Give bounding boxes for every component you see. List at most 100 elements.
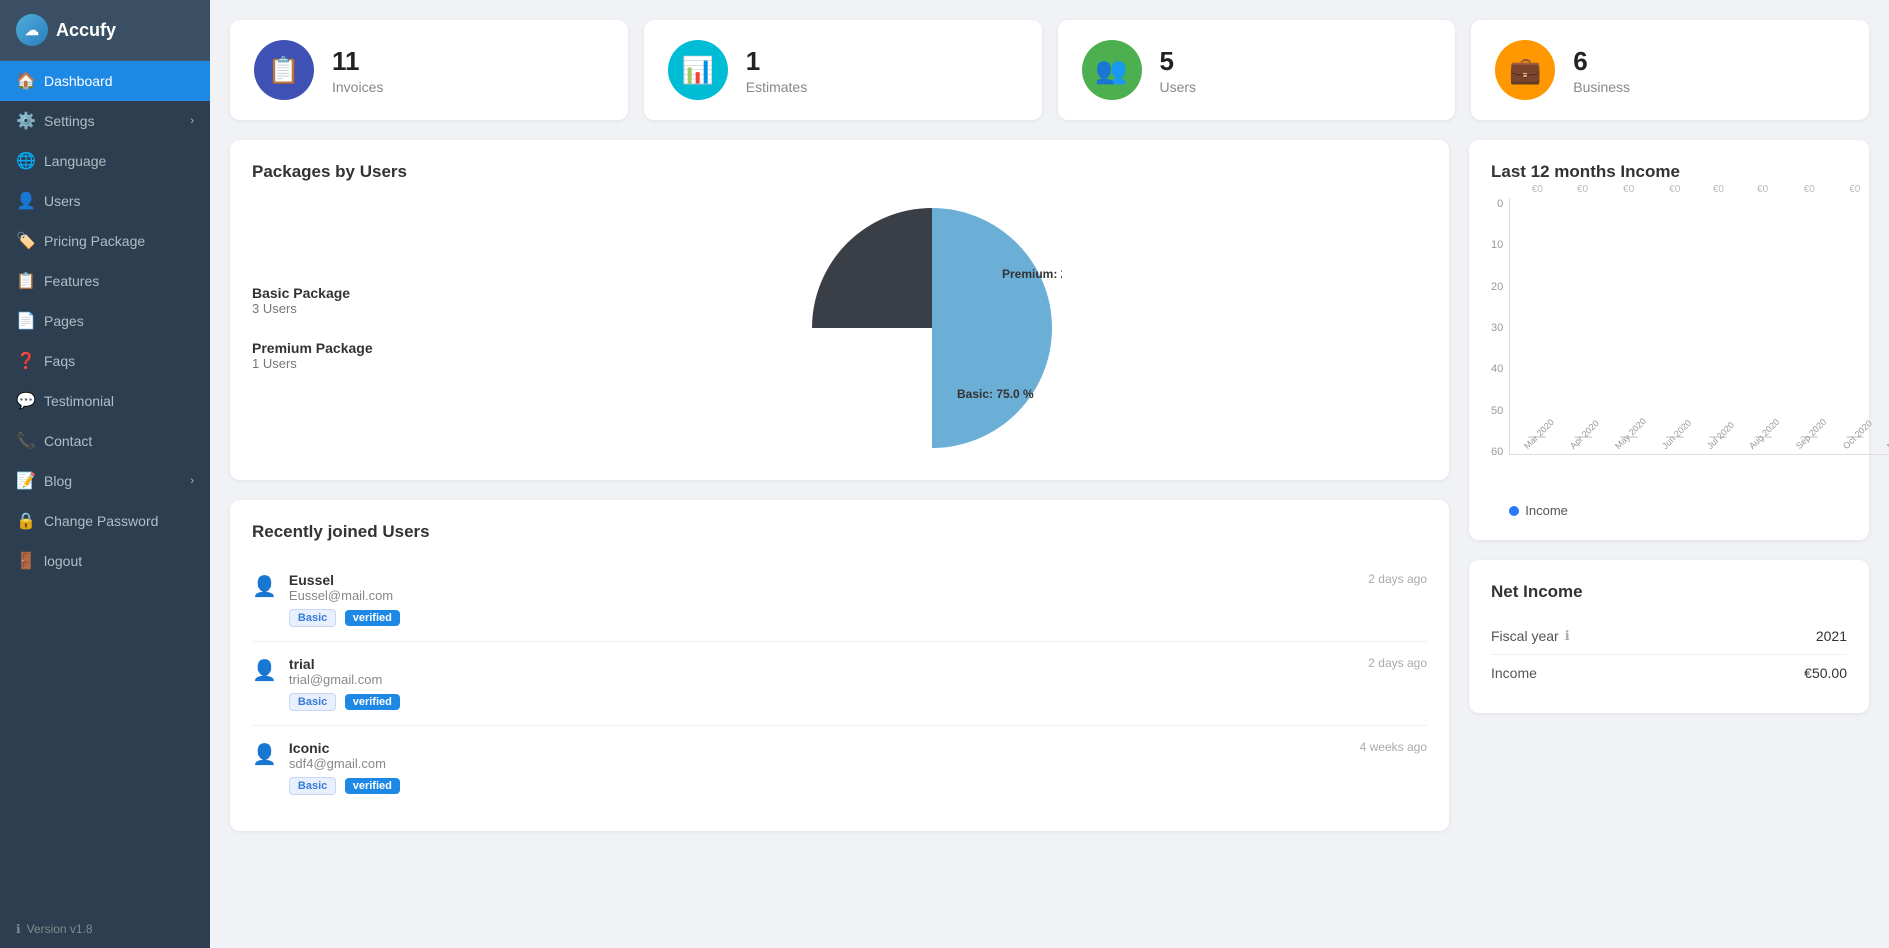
sidebar-item-dashboard[interactable]: 🏠 Dashboard <box>0 61 210 101</box>
bar-col-Oct-2020: €0 Oct 2020 <box>1833 198 1878 454</box>
sidebar-item-contact[interactable]: 📞 Contact <box>0 421 210 461</box>
nav-list: 🏠 Dashboard ⚙️ Settings › 🌐 Language 👤 U… <box>0 61 210 581</box>
main-content: 📋 11 Invoices 📊 1 Estimates 👥 5 Users 💼 … <box>210 0 1889 948</box>
income-chart-title: Last 12 months Income <box>1491 162 1847 182</box>
stat-card-users: 👥 5 Users <box>1058 20 1456 120</box>
user-email: sdf4@gmail.com <box>289 756 1348 771</box>
pricing-package-icon: 🏷️ <box>16 231 34 251</box>
chevron-icon: › <box>190 115 194 127</box>
users-icon: 👥 <box>1082 40 1142 100</box>
legend-item-premium-package: Premium Package 1 Users <box>252 340 412 371</box>
packages-card: Packages by Users Basic Package 3 Users … <box>230 140 1449 480</box>
sidebar-label-users: Users <box>44 193 81 209</box>
bar-month-label: May 2020 <box>1613 416 1648 451</box>
estimates-num: 1 <box>746 46 807 77</box>
user-name: Eussel <box>289 572 1356 588</box>
invoices-icon: 📋 <box>254 40 314 100</box>
sidebar-item-language[interactable]: 🌐 Language <box>0 141 210 181</box>
bar-col-Mar-2020: €0 Mar 2020 <box>1514 198 1560 454</box>
dashboard-icon: 🏠 <box>16 71 34 91</box>
sidebar-label-language: Language <box>44 153 106 169</box>
bar-col-Sep-2020: €0 Sep 2020 <box>1786 198 1833 454</box>
faqs-icon: ❓ <box>16 351 34 371</box>
svg-text:Basic: 75.0 %: Basic: 75.0 % <box>957 387 1034 401</box>
estimates-info: 1 Estimates <box>746 46 807 95</box>
sidebar-label-blog: Blog <box>44 473 72 489</box>
bar-month-label: Aug 2020 <box>1747 417 1781 451</box>
bar-month-label: Sep 2020 <box>1794 417 1828 451</box>
features-icon: 📋 <box>16 271 34 291</box>
sidebar-label-features: Features <box>44 273 99 289</box>
user-name: trial <box>289 656 1356 672</box>
sidebar: ☁ Accufy 🏠 Dashboard ⚙️ Settings › 🌐 Lan… <box>0 0 210 948</box>
estimates-label: Estimates <box>746 79 807 95</box>
pages-icon: 📄 <box>16 311 34 331</box>
users-icon: 👤 <box>16 191 34 211</box>
blog-icon: 📝 <box>16 471 34 491</box>
sidebar-label-change-password: Change Password <box>44 513 158 529</box>
badge-verified: verified <box>345 778 400 794</box>
invoices-info: 11 Invoices <box>332 46 383 95</box>
sidebar-item-logout[interactable]: 🚪 logout <box>0 541 210 581</box>
user-email: Eussel@mail.com <box>289 588 1356 603</box>
logout-icon: 🚪 <box>16 551 34 571</box>
settings-icon: ⚙️ <box>16 111 34 131</box>
bar-col-Aug-2020: €0 Aug 2020 <box>1739 198 1786 454</box>
language-icon: 🌐 <box>16 151 34 171</box>
y-label: 30 <box>1491 322 1503 334</box>
fiscal-year-row: Fiscal year ℹ 2021 <box>1491 618 1847 655</box>
sidebar-item-testimonial[interactable]: 💬 Testimonial <box>0 381 210 421</box>
y-label: 0 <box>1491 198 1503 210</box>
badge-plan: Basic <box>289 693 336 711</box>
income-row: Income €50.00 <box>1491 655 1847 691</box>
sidebar-label-pricing-package: Pricing Package <box>44 233 145 249</box>
sidebar-item-blog[interactable]: 📝 Blog › <box>0 461 210 501</box>
bar-chart-body: €0 Mar 2020 €0 Apr 2020 €0 May 2020 €0 J… <box>1509 198 1889 455</box>
sidebar-item-pricing-package[interactable]: 🏷️ Pricing Package <box>0 221 210 261</box>
business-info: 6 Business <box>1573 46 1630 95</box>
chevron-icon: › <box>190 475 194 487</box>
sidebar-item-pages[interactable]: 📄 Pages <box>0 301 210 341</box>
sidebar-label-dashboard: Dashboard <box>44 73 113 89</box>
bar-month-label: Nov 2020 <box>1885 417 1889 451</box>
pie-chart: Premium: 25.0 % Basic: 75.0 % <box>436 198 1427 458</box>
badge-verified: verified <box>345 610 400 626</box>
fiscal-year-value: 2021 <box>1816 628 1847 644</box>
business-icon: 💼 <box>1495 40 1555 100</box>
net-income-card: Net Income Fiscal year ℹ 2021 Income €50… <box>1469 560 1869 713</box>
y-axis-labels: 6050403020100 <box>1491 198 1509 458</box>
bar-month-label: Oct 2020 <box>1841 418 1874 451</box>
bar-month-label: Jun 2020 <box>1660 418 1693 451</box>
recent-users-card: Recently joined Users 👤 Eussel Eussel@ma… <box>230 500 1449 831</box>
user-name: Iconic <box>289 740 1348 756</box>
y-label: 10 <box>1491 239 1503 251</box>
income-chart-card: Last 12 months Income 6050403020100 €0 M… <box>1469 140 1869 540</box>
sidebar-item-change-password[interactable]: 🔒 Change Password <box>0 501 210 541</box>
version-label: ℹ Version v1.8 <box>0 910 210 948</box>
logo-icon: ☁ <box>16 14 48 46</box>
sidebar-item-features[interactable]: 📋 Features <box>0 261 210 301</box>
users-num: 5 <box>1160 46 1197 77</box>
sidebar-label-testimonial: Testimonial <box>44 393 114 409</box>
user-info: Iconic sdf4@gmail.com Basic verified <box>289 740 1348 795</box>
business-label: Business <box>1573 79 1630 95</box>
y-label: 20 <box>1491 281 1503 293</box>
badge-verified: verified <box>345 694 400 710</box>
sidebar-item-faqs[interactable]: ❓ Faqs <box>0 341 210 381</box>
estimates-icon: 📊 <box>668 40 728 100</box>
user-info: Eussel Eussel@mail.com Basic verified <box>289 572 1356 627</box>
user-avatar-icon: 👤 <box>252 658 277 683</box>
contact-icon: 📞 <box>16 431 34 451</box>
pie-legend: Basic Package 3 Users Premium Package 1 … <box>252 285 412 371</box>
users-info: 5 Users <box>1160 46 1197 95</box>
users-label: Users <box>1160 79 1197 95</box>
sidebar-item-users[interactable]: 👤 Users <box>0 181 210 221</box>
bar-col-Apr-2020: €0 Apr 2020 <box>1560 198 1605 454</box>
bar-col-May-2020: €0 May 2020 <box>1605 198 1653 454</box>
stat-card-business: 💼 6 Business <box>1471 20 1869 120</box>
stat-card-invoices: 📋 11 Invoices <box>230 20 628 120</box>
user-info: trial trial@gmail.com Basic verified <box>289 656 1356 711</box>
bar-col-Jun-2020: €0 Jun 2020 <box>1652 198 1697 454</box>
logo-text: Accufy <box>56 20 116 41</box>
sidebar-item-settings[interactable]: ⚙️ Settings › <box>0 101 210 141</box>
